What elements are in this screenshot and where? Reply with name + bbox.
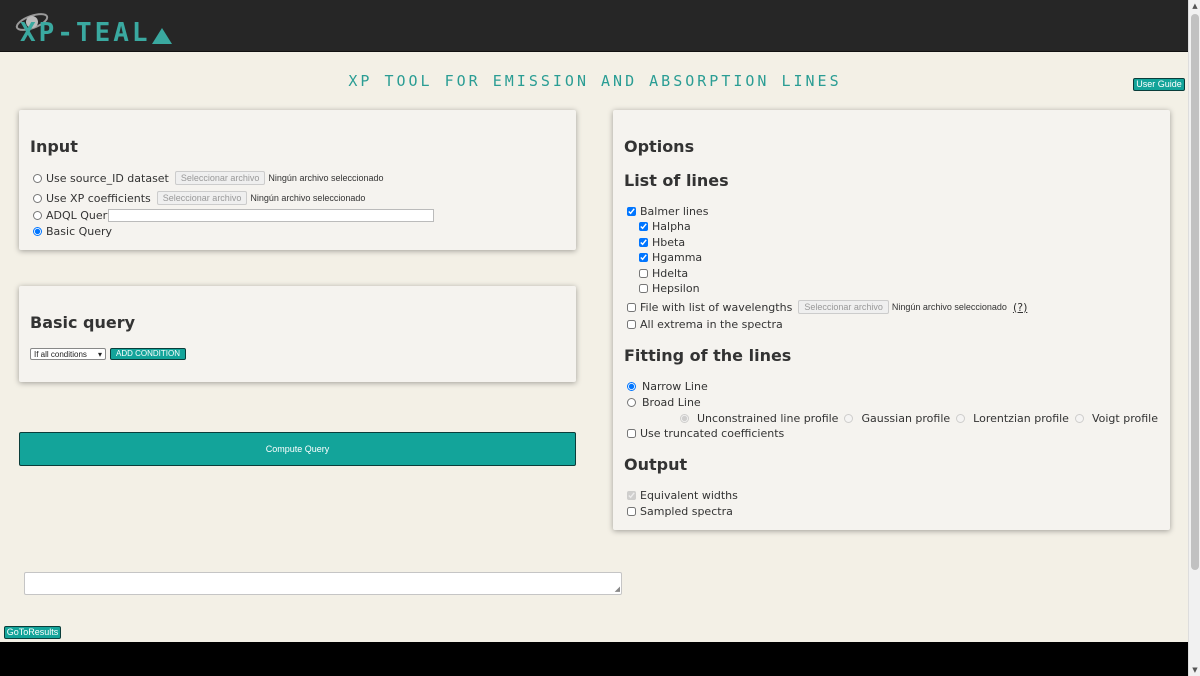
user-guide-button[interactable]: User Guide xyxy=(1133,78,1185,91)
output-title: Output xyxy=(624,455,688,474)
source-id-radio[interactable] xyxy=(33,173,42,183)
all-extrema-option[interactable]: All extrema in the spectra xyxy=(627,318,783,331)
broad-line-option[interactable]: Broad Line xyxy=(627,396,701,409)
line-option-halpha[interactable]: Halpha xyxy=(639,220,691,233)
narrow-line-option[interactable]: Narrow Line xyxy=(627,380,708,393)
lorentzian-profile-radio[interactable] xyxy=(956,414,966,423)
gaussian-profile-radio[interactable] xyxy=(844,414,854,423)
scroll-thumb[interactable] xyxy=(1191,14,1199,570)
adql-radio[interactable] xyxy=(33,211,42,220)
equivalent-widths-option[interactable]: Equivalent widths xyxy=(627,489,738,502)
basic-query-card: Basic query If all conditions ▾ ADD COND… xyxy=(19,286,576,382)
resize-handle-icon[interactable]: ◢ xyxy=(615,586,620,593)
page-scrollbar[interactable]: ▲ ▼ xyxy=(1188,0,1200,676)
add-condition-button[interactable]: ADD CONDITION xyxy=(110,348,186,360)
goto-results-button[interactable]: GoToResults xyxy=(4,626,61,639)
input-option-source-id[interactable]: Use source_ID dataset Seleccionar archiv… xyxy=(33,171,384,185)
results-textarea[interactable]: ◢ xyxy=(24,572,622,595)
line-option-hdelta[interactable]: Hdelta xyxy=(639,267,688,280)
sampled-spectra-option[interactable]: Sampled spectra xyxy=(627,505,733,518)
logo-text: XP-TEAL xyxy=(20,18,151,48)
input-option-adql[interactable]: ADQL Query xyxy=(33,209,114,222)
help-link[interactable]: (?) xyxy=(1013,301,1027,314)
hepsilon-checkbox[interactable] xyxy=(639,284,648,293)
narrow-line-radio[interactable] xyxy=(627,382,636,391)
basic-query-radio[interactable] xyxy=(33,227,42,236)
balmer-lines-option[interactable]: Balmer lines xyxy=(627,205,708,218)
halpha-checkbox[interactable] xyxy=(639,222,648,231)
fitting-title: Fitting of the lines xyxy=(624,346,792,365)
unconstrained-profile-radio[interactable] xyxy=(680,414,689,423)
options-card: Options List of lines Balmer lines Halph… xyxy=(613,110,1170,530)
adql-query-input[interactable] xyxy=(108,209,434,222)
sampled-spectra-checkbox[interactable] xyxy=(627,507,636,516)
scroll-down-icon[interactable]: ▼ xyxy=(1189,664,1200,676)
all-extrema-checkbox[interactable] xyxy=(627,320,636,329)
input-option-xp-coefficients[interactable]: Use XP coefficients Seleccionar archivo … xyxy=(33,191,365,205)
broad-line-radio[interactable] xyxy=(627,398,636,407)
hbeta-checkbox[interactable] xyxy=(639,238,648,247)
line-option-hbeta[interactable]: Hbeta xyxy=(639,236,685,249)
wavelengths-file-status: Ningún archivo seleccionado xyxy=(891,302,1007,312)
options-title: Options xyxy=(624,137,695,156)
compute-query-button[interactable]: Compute Query xyxy=(19,432,576,466)
chevron-down-icon: ▾ xyxy=(97,349,102,359)
line-option-hgamma[interactable]: Hgamma xyxy=(639,251,702,264)
hgamma-checkbox[interactable] xyxy=(639,253,648,262)
xp-coefficients-file-status: Ningún archivo seleccionado xyxy=(250,193,366,203)
bottom-bar xyxy=(0,642,1188,676)
balmer-lines-checkbox[interactable] xyxy=(627,207,636,216)
wavelengths-file-button[interactable]: Seleccionar archivo xyxy=(798,300,889,314)
file-wavelengths-option[interactable]: File with list of wavelengths Selecciona… xyxy=(627,300,1027,314)
equivalent-widths-checkbox[interactable] xyxy=(627,491,636,500)
source-id-file-status: Ningún archivo seleccionado xyxy=(268,173,384,183)
basic-query-title: Basic query xyxy=(30,313,136,332)
list-of-lines-title: List of lines xyxy=(624,171,729,190)
input-option-basic-query[interactable]: Basic Query xyxy=(33,225,112,238)
scroll-up-icon[interactable]: ▲ xyxy=(1189,0,1200,12)
top-bar: XP-TEAL xyxy=(0,0,1188,52)
xp-coefficients-file-button[interactable]: Seleccionar archivo xyxy=(156,191,248,205)
page-title: XP tool for emission and absorption line… xyxy=(348,72,842,90)
truncated-coefficients-option[interactable]: Use truncated coefficients xyxy=(627,427,784,440)
input-title: Input xyxy=(30,137,78,156)
line-option-hepsilon[interactable]: Hepsilon xyxy=(639,282,700,295)
hdelta-checkbox[interactable] xyxy=(639,269,648,278)
xp-coefficients-radio[interactable] xyxy=(33,193,42,203)
truncated-coefficients-checkbox[interactable] xyxy=(627,429,636,438)
condition-select[interactable]: If all conditions ▾ xyxy=(30,348,106,360)
source-id-file-button[interactable]: Seleccionar archivo xyxy=(174,171,266,185)
input-card: Input Use source_ID dataset Seleccionar … xyxy=(19,110,576,250)
profile-options: Unconstrained line profile Gaussian prof… xyxy=(680,412,1158,425)
file-wavelengths-checkbox[interactable] xyxy=(627,302,636,312)
voigt-profile-radio[interactable] xyxy=(1074,414,1084,423)
